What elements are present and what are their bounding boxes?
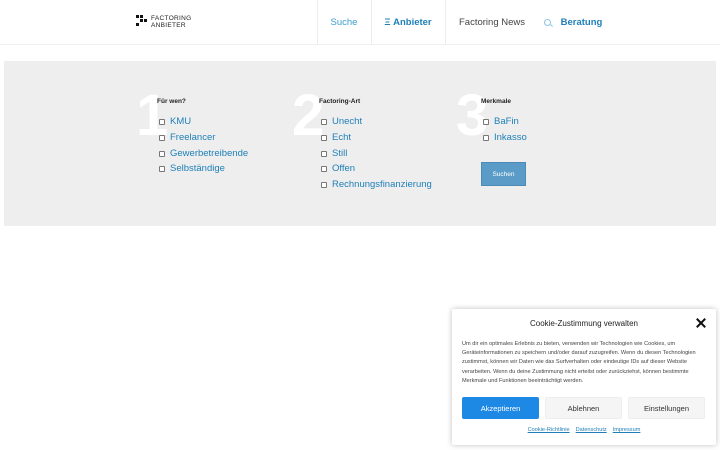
step-number-2: 2 xyxy=(292,83,325,148)
filter-option-gewerbetreibende[interactable]: Gewerbetreibende xyxy=(159,148,248,159)
filter-option-echt[interactable]: Echt xyxy=(321,132,351,143)
nav-beratung-label: Beratung xyxy=(560,17,603,28)
cookie-consent-dialog: Cookie-Zustimmung verwalten Um dir ein o… xyxy=(452,309,716,445)
checkbox[interactable] xyxy=(321,118,327,125)
checkbox[interactable] xyxy=(321,181,327,188)
accept-button[interactable]: Akzeptieren xyxy=(462,397,539,419)
nav-factoring-news[interactable]: Factoring News xyxy=(446,0,538,45)
site-logo[interactable]: FACTORING ANBIETER xyxy=(136,15,192,29)
checkbox[interactable] xyxy=(483,118,489,125)
filter-option-still[interactable]: Still xyxy=(321,148,347,159)
checkbox[interactable] xyxy=(483,134,489,141)
logo-mark-icon xyxy=(136,15,148,29)
cookie-links: Cookie-Richtlinie Datenschutz Impressum xyxy=(452,427,716,433)
filter-option-freelancer[interactable]: Freelancer xyxy=(159,132,215,143)
privacy-link[interactable]: Datenschutz xyxy=(576,427,607,433)
checkbox[interactable] xyxy=(159,118,165,125)
checkbox[interactable] xyxy=(321,150,327,157)
nav-beratung[interactable]: Beratung xyxy=(538,0,608,45)
logo-line-2: ANBIETER xyxy=(151,22,186,29)
deny-button[interactable]: Ablehnen xyxy=(545,397,622,419)
nav-suche[interactable]: Suche xyxy=(318,0,370,45)
filter-panel: 1 Für wen? KMU Freelancer Gewerbetreiben… xyxy=(4,61,716,226)
imprint-link[interactable]: Impressum xyxy=(613,427,641,433)
site-header: FACTORING ANBIETER Suche Ξ Anbieter Fact… xyxy=(0,0,720,45)
nav-anbieter[interactable]: Ξ Anbieter xyxy=(372,0,444,45)
filter-option-bafin[interactable]: BaFin xyxy=(483,116,519,127)
filter-option-rechnungsfinanzierung[interactable]: Rechnungsfinanzierung xyxy=(321,179,432,190)
cookie-title: Cookie-Zustimmung verwalten xyxy=(529,319,639,328)
checkbox[interactable] xyxy=(321,165,327,172)
filter-option-unecht[interactable]: Unecht xyxy=(321,116,362,127)
close-icon[interactable] xyxy=(696,318,706,328)
filter-option-offen[interactable]: Offen xyxy=(321,163,355,174)
checkbox[interactable] xyxy=(321,134,327,141)
search-icon[interactable] xyxy=(543,19,551,26)
cookie-description: Um dir ein optimales Erlebnis zu bieten,… xyxy=(462,341,696,384)
filter-title-fuer-wen: Für wen? xyxy=(157,98,186,105)
cookie-policy-link[interactable]: Cookie-Richtlinie xyxy=(528,427,570,433)
logo-line-1: FACTORING xyxy=(151,15,192,22)
filter-option-selbstaendige[interactable]: Selbständige xyxy=(159,163,225,174)
filter-option-inkasso[interactable]: Inkasso xyxy=(483,132,527,143)
search-button[interactable]: Suchen xyxy=(481,162,526,186)
filter-title-merkmale: Merkmale xyxy=(481,98,511,105)
checkbox[interactable] xyxy=(159,150,165,157)
filter-title-factoring-art: Factoring-Art xyxy=(319,98,361,105)
checkbox[interactable] xyxy=(159,134,165,141)
settings-button[interactable]: Einstellungen xyxy=(628,397,705,419)
checkbox[interactable] xyxy=(159,165,165,172)
filter-option-kmu[interactable]: KMU xyxy=(159,116,191,127)
